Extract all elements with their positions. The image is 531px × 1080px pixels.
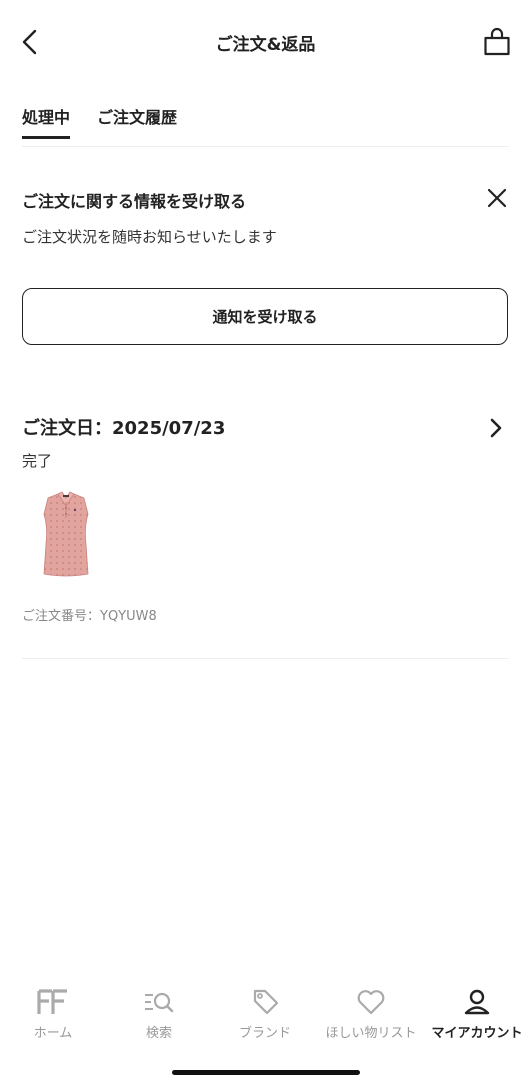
- close-icon: [487, 188, 507, 208]
- tab-processing[interactable]: 処理中: [22, 104, 71, 139]
- header: ご注文&返品: [0, 0, 531, 88]
- tag-icon: [253, 989, 279, 1015]
- notification-close-button[interactable]: [483, 184, 511, 212]
- nav-account-label: マイアカウント: [431, 1026, 523, 1041]
- nav-wishlist-label: ほしい物リスト: [325, 1026, 417, 1041]
- nav-home[interactable]: ホーム: [0, 982, 106, 1048]
- shopping-bag-button[interactable]: [481, 24, 513, 60]
- nav-account[interactable]: マイアカウント: [424, 982, 530, 1048]
- nav-home-label: ホーム: [33, 1026, 73, 1041]
- nav-search[interactable]: 検索: [106, 982, 212, 1048]
- notification-description: ご注文状況を随時お知らせいたします: [22, 228, 277, 246]
- pink-polo-shirt-image: [43, 491, 89, 577]
- nav-brand-label: ブランド: [238, 1026, 291, 1041]
- account-icon: [464, 989, 490, 1015]
- order-number: ご注文番号：YQYUW8: [22, 609, 157, 624]
- product-thumbnail[interactable]: [30, 488, 102, 580]
- order-card[interactable]: ご注文日：2025/07/23 完了 ご注文番号：YQYUW8: [22, 400, 509, 659]
- receive-notifications-button[interactable]: 通知を受け取る: [22, 288, 508, 345]
- order-date: ご注文日：2025/07/23: [22, 418, 226, 439]
- order-detail-chevron[interactable]: [485, 414, 507, 442]
- orders-returns-screen: ご注文&返品 処理中 ご注文履歴 ご注文に関する情報を受け取る ご注文状況を随時…: [0, 0, 531, 1080]
- order-tabs: 処理中 ご注文履歴: [22, 104, 509, 147]
- shopping-bag-icon: [484, 27, 510, 56]
- ff-logo-icon: [37, 989, 67, 1014]
- heart-icon: [357, 990, 385, 1015]
- nav-wishlist[interactable]: ほしい物リスト: [318, 982, 424, 1048]
- page-title: ご注文&返品: [215, 35, 316, 55]
- chevron-right-icon: [490, 418, 502, 438]
- home-indicator[interactable]: [172, 1070, 360, 1075]
- tab-order-history[interactable]: ご注文履歴: [97, 104, 177, 138]
- order-status: 完了: [22, 452, 53, 470]
- notification-title: ご注文に関する情報を受け取る: [22, 192, 247, 211]
- bottom-navigation: ホーム 検索 ブランド ほしい物リスト マイアカウント: [0, 982, 531, 1048]
- nav-search-label: 検索: [145, 1026, 172, 1041]
- search-icon: [145, 992, 174, 1013]
- nav-brand[interactable]: ブランド: [212, 982, 318, 1048]
